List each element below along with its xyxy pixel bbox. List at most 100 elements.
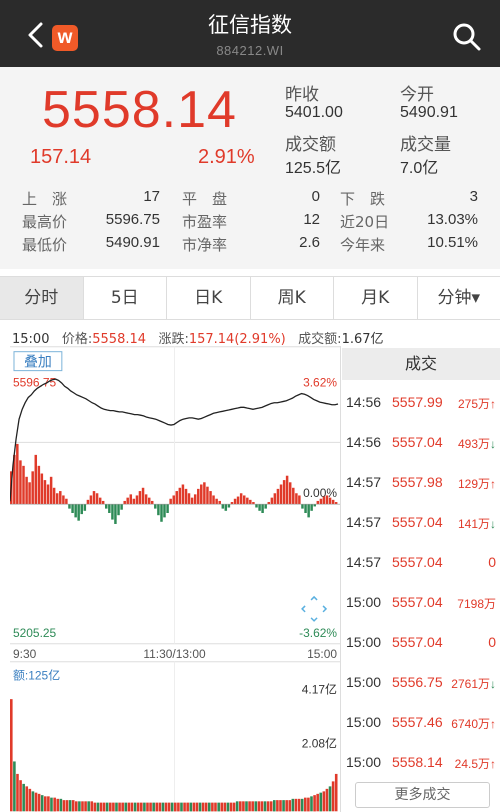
flow-bar bbox=[215, 498, 218, 505]
volume-bar bbox=[124, 802, 128, 812]
flow-bar bbox=[74, 504, 77, 518]
volume-bar bbox=[65, 800, 69, 812]
flow-bar bbox=[120, 504, 123, 510]
flat-count-label: 平 盘 bbox=[182, 190, 228, 208]
volume-bar bbox=[331, 781, 335, 812]
flow-bar bbox=[301, 504, 304, 509]
amount-value: 125.5亿 bbox=[285, 160, 342, 177]
flow-bar bbox=[132, 498, 136, 505]
info-amt-label: 成交额: bbox=[298, 332, 342, 347]
info-chg-label: 涨跌: bbox=[158, 332, 189, 347]
flow-bar bbox=[221, 504, 225, 509]
flow-bar bbox=[117, 504, 120, 516]
up-arrow-icon: ↑ bbox=[490, 397, 496, 411]
volume-bar bbox=[183, 802, 186, 812]
volume-bar bbox=[121, 802, 124, 812]
volume-bar bbox=[334, 773, 338, 812]
trade-volume: 493万↓ bbox=[457, 437, 496, 451]
flow-bar bbox=[292, 487, 295, 505]
flow-bar bbox=[89, 495, 93, 505]
volume-bar bbox=[115, 802, 118, 812]
high-value: 5596.75 bbox=[105, 211, 160, 228]
trade-volume: 24.5万↑ bbox=[454, 757, 496, 771]
flow-bar bbox=[150, 500, 154, 505]
trade-row: 14:57 5557.04 141万↓ bbox=[342, 504, 500, 543]
flow-bar bbox=[288, 482, 292, 505]
volume-bar bbox=[102, 802, 106, 812]
flow-bar bbox=[212, 495, 215, 505]
volume-bar bbox=[130, 802, 134, 812]
flow-bar bbox=[105, 504, 108, 509]
trade-price: 5556.75 bbox=[392, 674, 443, 690]
trade-row: 14:57 5557.98 129万↑ bbox=[342, 464, 500, 503]
volume-bar bbox=[322, 791, 326, 812]
pe-label: 市盈率 bbox=[182, 213, 228, 231]
trade-row: 15:00 5557.46 6740万↑ bbox=[342, 704, 500, 743]
volume-bar bbox=[34, 792, 38, 812]
volume-bar bbox=[149, 802, 152, 812]
page-title: 征信指数 bbox=[208, 13, 292, 37]
flow-bar bbox=[135, 495, 139, 505]
volume-bar bbox=[146, 802, 149, 812]
volume-bar bbox=[167, 802, 171, 812]
tab-daily-k[interactable]: 日K bbox=[167, 277, 251, 319]
info-chg: 157.14(2.91%) bbox=[188, 332, 286, 347]
tab-monthly-k[interactable]: 月K bbox=[334, 277, 418, 319]
tab-weekly-k[interactable]: 周K bbox=[251, 277, 334, 319]
info-price-label: 价格: bbox=[61, 332, 93, 347]
flow-bar bbox=[55, 493, 59, 505]
volume-bar bbox=[81, 801, 84, 812]
tab-intraday[interactable]: 分时 bbox=[0, 277, 84, 319]
trade-price: 5557.98 bbox=[392, 474, 443, 490]
flow-bar bbox=[71, 504, 74, 513]
intraday-chart[interactable]: 叠加 5596.75 3.62% 0.00% 5205.25 -3.62% 9:… bbox=[10, 346, 341, 812]
volume-bar bbox=[304, 797, 307, 812]
trade-price: 5558.14 bbox=[392, 754, 443, 770]
flow-bar bbox=[138, 491, 142, 505]
volume-bar bbox=[133, 802, 137, 812]
volume-bar bbox=[201, 802, 205, 812]
trade-time: 15:00 bbox=[346, 714, 382, 730]
trade-time: 14:57 bbox=[346, 554, 382, 570]
flow-bar bbox=[141, 487, 145, 505]
info-amt: 1.67亿 bbox=[341, 332, 384, 347]
volume-bar bbox=[87, 801, 90, 812]
volume-bar bbox=[223, 802, 227, 812]
volume-bar bbox=[282, 800, 285, 812]
volume-bar bbox=[71, 800, 75, 812]
flow-bar bbox=[59, 491, 62, 505]
volume-bar bbox=[19, 780, 22, 812]
flow-bar bbox=[62, 495, 65, 505]
flow-bar bbox=[298, 495, 301, 505]
flow-bar bbox=[169, 498, 172, 505]
volume-bar bbox=[235, 801, 239, 812]
volume-bar bbox=[78, 801, 81, 812]
flow-bar bbox=[319, 498, 323, 505]
volume-bar bbox=[127, 802, 131, 812]
trades-header: 成交 bbox=[342, 348, 500, 380]
more-trades-button[interactable]: 更多成交 bbox=[355, 782, 490, 808]
flow-bar bbox=[98, 497, 102, 505]
flow-bar bbox=[242, 495, 246, 505]
volume-bar bbox=[43, 796, 47, 812]
volume-bar bbox=[273, 800, 276, 812]
tab-5day[interactable]: 5日 bbox=[84, 277, 167, 319]
volume-bar bbox=[263, 801, 267, 812]
crosshair-info: 15:00 价格:5558.14 涨跌:157.14(2.91%) 成交额:1.… bbox=[12, 328, 384, 347]
flow-bar bbox=[249, 499, 252, 505]
search-icon[interactable] bbox=[452, 22, 482, 52]
tab-minute-dropdown[interactable]: 分钟▾ bbox=[418, 277, 500, 319]
down-count-label: 下 跌 bbox=[340, 190, 386, 208]
open-value: 5490.91 bbox=[400, 104, 458, 121]
time-axis-start: 9:30 bbox=[13, 647, 37, 661]
volume-bar bbox=[313, 795, 316, 812]
flow-bar bbox=[273, 493, 277, 505]
flow-bar bbox=[331, 499, 335, 505]
trade-row: 15:00 5558.14 24.5万↑ bbox=[342, 744, 500, 783]
flow-bar bbox=[316, 500, 320, 505]
volume-bar bbox=[40, 795, 44, 812]
expand-icon[interactable] bbox=[301, 595, 328, 622]
volume-bar bbox=[158, 802, 162, 812]
trade-volume: 275万↑ bbox=[457, 397, 496, 411]
volume-bar bbox=[328, 786, 332, 812]
